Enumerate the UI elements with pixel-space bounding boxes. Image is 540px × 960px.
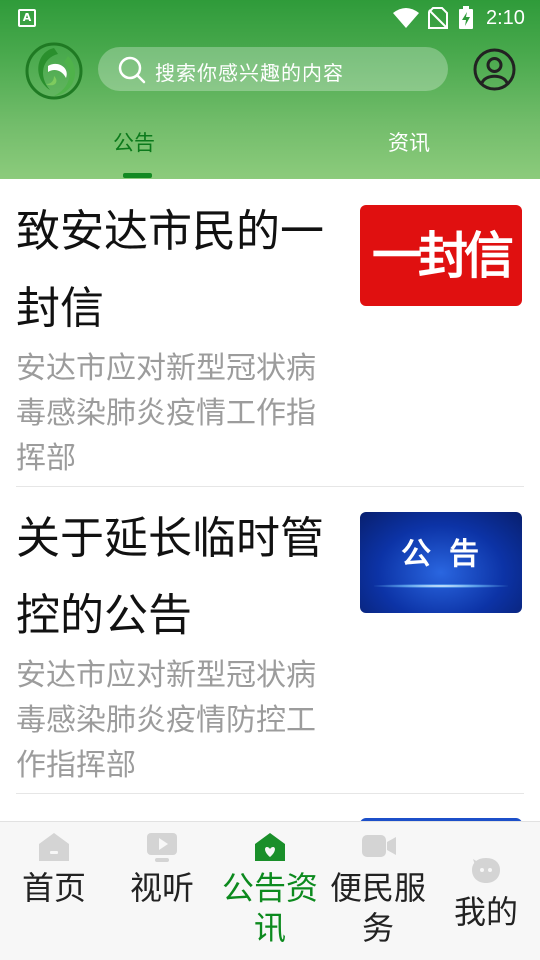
camera-icon: [362, 835, 396, 857]
article-summary: 安达市应对新型冠状病毒感染肺炎疫情防控工作指挥部: [16, 658, 316, 783]
home-heart-icon: [255, 833, 285, 861]
article-thumbnail: 公告: [360, 512, 522, 613]
thumbnail-text: 一封信: [372, 226, 514, 285]
app-logo[interactable]: [24, 42, 84, 100]
search-placeholder: 搜索你感兴趣的内容: [155, 61, 344, 85]
nav-item-home[interactable]: 首页: [0, 822, 108, 960]
user-circle-icon[interactable]: [473, 48, 516, 91]
nav-item-mine[interactable]: 我的: [432, 822, 540, 960]
wifi-icon: [393, 8, 419, 28]
status-time: 2:10: [486, 7, 525, 29]
tab-active-indicator: [123, 173, 152, 178]
divider: [16, 486, 524, 487]
app-header: A 2:10 搜索你感兴趣的内容 公告 资讯: [0, 0, 540, 179]
chat-face-icon: [472, 858, 500, 883]
article-title: 致安达市民的一封信: [16, 206, 324, 334]
list-item[interactable]: 致安达市民的一封信 安达市应对新型冠状病毒感染肺炎疫情工作指挥部 一封信: [16, 193, 524, 487]
tab-news[interactable]: 资讯: [388, 127, 430, 157]
app-notification-icon: A: [18, 9, 36, 27]
nav-label: 首页: [21, 869, 86, 907]
nav-label: 视听: [129, 869, 194, 907]
search-icon: [118, 56, 146, 84]
article-title: 关于延长临时管控的公告: [16, 513, 324, 641]
search-bar[interactable]: 搜索你感兴趣的内容: [98, 47, 448, 91]
nav-label: 我的: [453, 893, 518, 931]
bottom-nav: 首页 视听 公告资讯 便民服务 我的: [0, 821, 540, 960]
article-summary: 安达市应对新型冠状病毒感染肺炎疫情工作指挥部: [16, 351, 316, 476]
battery-charging-icon: [459, 6, 473, 29]
home-icon: [39, 833, 69, 861]
nav-item-media[interactable]: 视听: [108, 822, 216, 960]
thumbnail-glow: [374, 584, 508, 588]
nav-label: 公告资讯: [221, 869, 318, 947]
nav-item-notices[interactable]: 公告资讯: [216, 822, 324, 960]
article-list: 致安达市民的一封信 安达市应对新型冠状病毒感染肺炎疫情工作指挥部 一封信 关于延…: [0, 179, 540, 821]
list-item[interactable]: 关于延长临时管控的公告 安达市应对新型冠状病毒感染肺炎疫情防控工作指挥部 公告: [16, 500, 524, 794]
nav-label: 便民服务: [329, 869, 426, 947]
status-bar: A 2:10: [0, 0, 540, 36]
video-play-icon: [147, 833, 177, 862]
article-thumbnail: 一封信: [360, 205, 522, 306]
nav-item-services[interactable]: 便民服务: [324, 822, 432, 960]
divider: [16, 793, 524, 794]
no-sim-icon: [428, 7, 448, 29]
tab-notice[interactable]: 公告: [113, 127, 155, 157]
